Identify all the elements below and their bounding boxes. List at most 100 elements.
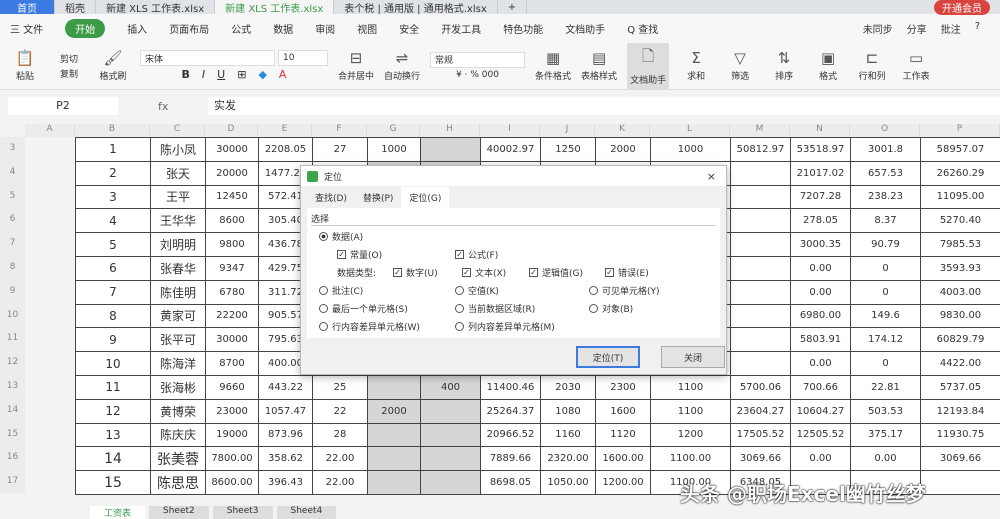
table-cell[interactable]: 2320.00	[540, 446, 596, 472]
table-cell[interactable]: 25264.37	[480, 398, 541, 424]
fx-icon[interactable]: fx	[158, 100, 208, 113]
table-cell[interactable]: 陈小凤	[150, 137, 206, 162]
table-cell[interactable]: 9660	[205, 375, 259, 400]
table-cell[interactable]: 26260.29	[920, 160, 1000, 186]
table-cell[interactable]: 2208.05	[258, 137, 313, 162]
table-cell[interactable]: 8700	[205, 351, 259, 376]
table-cell[interactable]: 0	[850, 351, 921, 376]
checkbox-logic[interactable]: ✓ 逻辑值(G)	[529, 266, 583, 279]
table-cell[interactable]: 7800.00	[205, 446, 259, 472]
table-cell[interactable]: 278.05	[790, 208, 851, 234]
table-cell[interactable]: 张美蓉	[150, 446, 206, 472]
sheet-tab[interactable]: Sheet4	[276, 506, 337, 519]
tab-file2[interactable]: 新建 XLS 工作表.xlsx	[215, 0, 335, 15]
merge-button[interactable]: ⊟ 合并居中	[338, 49, 374, 82]
table-cell[interactable]: 1057.47	[258, 398, 313, 424]
font-select[interactable]: 宋体	[140, 50, 275, 66]
table-cell[interactable]: 443.22	[258, 375, 313, 400]
table-cell[interactable]: 2300	[595, 375, 651, 400]
radio-object[interactable]: 对象(B)	[589, 302, 633, 315]
cond-format-button[interactable]: ▦ 条件格式	[535, 49, 571, 82]
table-cell[interactable]: 19000	[205, 422, 259, 448]
sheet-tab[interactable]: 工资表	[90, 506, 146, 519]
table-cell[interactable]: 400	[420, 375, 481, 400]
table-cell[interactable]: 22200	[205, 303, 259, 329]
column-header[interactable]: A	[25, 124, 75, 137]
table-cell[interactable]	[730, 256, 791, 281]
table-cell[interactable]: 700.66	[790, 375, 851, 400]
table-cell[interactable]: 张平可	[150, 327, 206, 353]
table-cell[interactable]: 张天	[150, 160, 206, 186]
checkbox-number[interactable]: ✓ 数字(U)	[393, 266, 438, 279]
table-cell[interactable]: 1250	[540, 137, 596, 162]
checkbox-formula[interactable]: ✓ 公式(F)	[455, 248, 498, 261]
percent-icon[interactable]: ¥ · % 000	[456, 70, 499, 80]
table-cell[interactable]: 0	[850, 279, 921, 305]
radio-col-diff[interactable]: 列内容差异单元格(M)	[455, 320, 555, 333]
table-cell[interactable]: 1100	[650, 375, 731, 400]
table-cell[interactable]: 14	[75, 446, 151, 472]
column-header[interactable]: E	[258, 124, 312, 137]
table-cell[interactable]: 5	[75, 232, 151, 257]
table-cell[interactable]	[730, 160, 791, 186]
table-cell[interactable]: 8600.00	[205, 470, 259, 495]
menu-search[interactable]: Q 查找	[627, 21, 658, 36]
menu-formula[interactable]: 公式	[231, 21, 251, 36]
table-cell[interactable]: 黄家可	[150, 303, 206, 329]
table-cell[interactable]: 358.62	[258, 446, 313, 472]
table-cell[interactable]: 12450	[205, 184, 259, 210]
table-style-button[interactable]: ▤ 表格样式	[581, 49, 617, 82]
table-cell[interactable]: 1000	[367, 137, 421, 162]
table-cell[interactable]: 396.43	[258, 470, 313, 495]
radio-data[interactable]: 数据(A)	[319, 230, 363, 243]
table-cell[interactable]	[420, 446, 481, 472]
filter-button[interactable]: ▽ 筛选	[723, 49, 757, 82]
radio-row-diff[interactable]: 行内容差异单元格(W)	[319, 320, 420, 333]
table-cell[interactable]	[730, 303, 791, 329]
checkbox-error[interactable]: ✓ 错误(E)	[605, 266, 649, 279]
underline-button[interactable]: U	[217, 68, 225, 81]
row-header[interactable]: 14	[0, 398, 25, 423]
row-header[interactable]: 5	[0, 184, 25, 209]
table-cell[interactable]: 12	[75, 398, 151, 424]
table-cell[interactable]: 4003.00	[920, 279, 1000, 305]
table-cell[interactable]: 11095.00	[920, 184, 1000, 210]
tab-find[interactable]: 查找(D)	[307, 187, 355, 208]
tab-home[interactable]: 首页	[0, 0, 55, 15]
table-cell[interactable]: 12193.84	[920, 398, 1000, 424]
table-cell[interactable]: 503.53	[850, 398, 921, 424]
table-cell[interactable]: 1200	[650, 422, 731, 448]
close-icon[interactable]: ×	[707, 170, 716, 183]
table-cell[interactable]: 5700.06	[730, 375, 791, 400]
sync-button[interactable]: 未同步	[863, 21, 893, 36]
table-cell[interactable]: 6	[75, 256, 151, 281]
table-cell[interactable]: 149.6	[850, 303, 921, 329]
table-cell[interactable]: 3	[75, 184, 151, 210]
table-cell[interactable]: 1120	[595, 422, 651, 448]
row-header[interactable]: 10	[0, 303, 25, 328]
table-cell[interactable]: 0.00	[850, 446, 921, 472]
table-cell[interactable]: 12505.52	[790, 422, 851, 448]
sheet-button[interactable]: ▭ 工作表	[899, 49, 933, 82]
comment-button[interactable]: 批注	[941, 21, 961, 36]
table-cell[interactable]: 8600	[205, 208, 259, 234]
vip-button[interactable]: 开通会员	[934, 0, 990, 15]
table-cell[interactable]	[730, 327, 791, 353]
table-cell[interactable]	[367, 470, 421, 495]
table-cell[interactable]	[420, 470, 481, 495]
goto-ok-button[interactable]: 定位(T)	[576, 346, 640, 368]
table-cell[interactable]: 2000	[595, 137, 651, 162]
table-cell[interactable]: 17505.52	[730, 422, 791, 448]
column-header[interactable]: G	[367, 124, 420, 137]
table-cell[interactable]: 王华华	[150, 208, 206, 234]
table-cell[interactable]: 张海彬	[150, 375, 206, 400]
table-cell[interactable]: 刘明明	[150, 232, 206, 257]
sort-button[interactable]: ⇅ 排序	[767, 49, 801, 82]
row-header[interactable]: 12	[0, 351, 25, 375]
table-cell[interactable]: 90.79	[850, 232, 921, 257]
new-tab-button[interactable]: +	[498, 0, 528, 14]
table-cell[interactable]: 0.00	[790, 446, 851, 472]
menu-layout[interactable]: 页面布局	[169, 21, 209, 36]
table-cell[interactable]	[730, 208, 791, 234]
table-cell[interactable]: 15	[75, 470, 151, 495]
